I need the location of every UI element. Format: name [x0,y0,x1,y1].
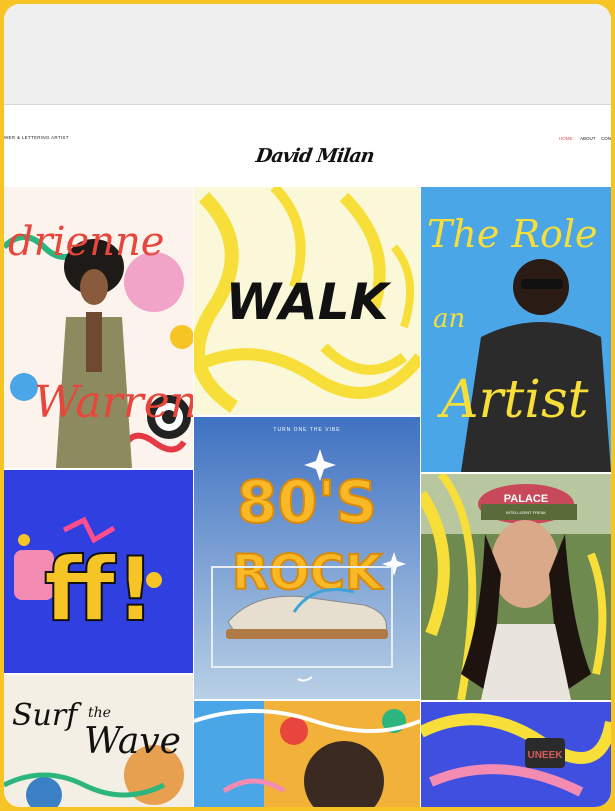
portfolio-tile-uneek[interactable]: UNEEK [421,702,611,807]
an-lettering: an [433,304,465,334]
site-logo[interactable]: David Milan [254,145,375,167]
walk-lettering: WALK [226,273,392,331]
sneaker-kicker: TURN ONE THE VIBE [273,427,340,433]
portfolio-tile-palace[interactable]: PALACE INTELLIGENT FREAK [421,474,611,700]
artist-lettering: Artist [437,370,589,430]
portfolio-tile-illustration[interactable] [194,701,420,807]
surf-lettering: Surf [12,698,82,733]
off-lettering: ff! [44,538,155,641]
warren-lettering: Warren [34,377,193,428]
nav-about[interactable]: ABOUT [580,136,596,141]
role-lettering: The Role of [427,212,611,256]
adrienne-lettering-top: drienne [8,219,164,265]
browser-toolbar-area [4,4,611,105]
portfolio-tile-walk[interactable]: WALK [194,187,420,415]
portfolio-tile-surf-the-wave[interactable]: Surf the Wave [4,675,193,807]
browser-frame: WER & LETTERING ARTIST David Milan HOME … [4,4,611,807]
eighties-lettering: 80'S [237,468,377,536]
nav-contact[interactable]: CON [601,136,611,141]
the-lettering: the [88,705,111,721]
site-header: WER & LETTERING ARTIST David Milan HOME … [4,105,611,187]
site-tagline: WER & LETTERING ARTIST [4,135,69,140]
cap-lettering: PALACE [504,493,548,505]
portfolio-grid: drienne Warren WALK The Role an Artist f… [4,187,611,807]
portfolio-tile-80s-rock[interactable]: TURN ONE THE VIBE 80'S ROCK [194,417,420,699]
portfolio-tile-role-of-an-artist[interactable]: The Role of an Artist [421,187,611,472]
wave-lettering: Wave [84,721,181,762]
portfolio-tile-adrienne-warren[interactable]: drienne Warren [4,187,193,468]
nav-home[interactable]: HOME [559,136,573,141]
uneek-lettering: UNEEK [527,750,563,761]
portfolio-tile-off[interactable]: ff! [4,470,193,673]
cap-sub-lettering: INTELLIGENT FREAK [506,510,546,515]
rock-lettering: ROCK [232,545,384,601]
